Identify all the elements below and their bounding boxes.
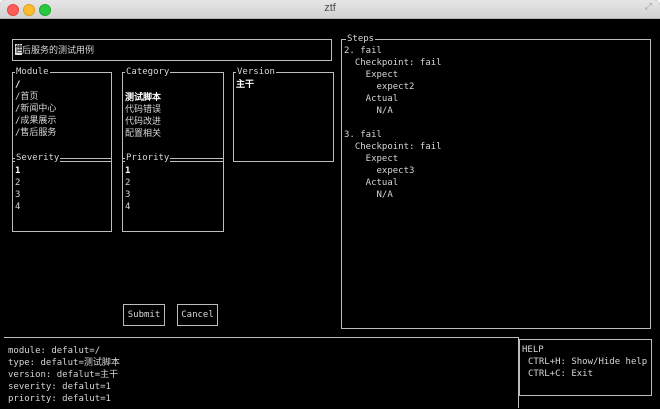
category-option[interactable]: 代码改进 [125,116,161,128]
status-line: priority: defalut=1 [8,394,111,404]
step-line: Expect [344,70,399,80]
category-option[interactable]: 测试脚本 [125,92,161,104]
fullscreen-toggle-icon[interactable]: ⤢ [645,2,652,12]
severity-items: 1234 [15,165,20,213]
severity-label: Severity [15,152,61,164]
step-line: Checkpoint: fail [344,58,442,68]
module-option[interactable]: /新闻中心 [15,103,56,115]
title-input-text: 售后服务的测试用例 [15,44,94,57]
help-line: CTRL+C: Exit [528,369,594,379]
module-list[interactable]: Module //首页/新闻中心/成果展示/售后服务 [12,66,112,162]
help-content: CTRL+H: Show/Hide help CTRL+C: Exit [528,356,647,380]
version-option[interactable]: 主干 [236,79,254,91]
status-line: module: defalut=/ [8,346,101,356]
help-panel: HELP CTRL+H: Show/Hide help CTRL+C: Exit [519,339,652,396]
priority-list[interactable]: Priority 1234 [122,152,224,232]
severity-list[interactable]: Severity 1234 [12,152,112,232]
window-title: ztf [324,2,336,14]
status-content: module: defalut=/ type: defalut=测试脚本 versi… [8,345,120,405]
severity-option[interactable]: 4 [15,201,20,213]
status-line: version: defalut=主干 [8,370,119,380]
step-line: 2. fail [344,46,382,56]
severity-option[interactable]: 2 [15,177,20,189]
category-list[interactable]: Category 测试脚本 代码错误 代码改进 配置相关 [122,66,224,162]
steps-panel[interactable]: Steps 2. fail Checkpoint: fail Expect ex… [341,33,651,329]
module-option[interactable]: / [15,79,56,91]
version-label: Version [236,66,276,78]
module-items: //首页/新闻中心/成果展示/售后服务 [15,79,56,139]
status-line: severity: defalut=1 [8,382,111,392]
priority-option[interactable]: 4 [125,201,130,213]
category-label: Category [125,66,171,78]
title-input-value: 后服务的测试用例 [22,46,95,56]
module-option[interactable]: /成果展示 [15,115,56,127]
cancel-button[interactable]: Cancel [177,304,218,326]
cursor-char: 售 [15,45,25,55]
submit-button[interactable]: Submit [123,304,165,326]
step-line: Expect [344,154,399,164]
step-line: expect2 [344,82,415,92]
step-line [344,117,442,129]
status-panel: module: defalut=/ type: defalut=测试脚本 versi… [4,337,519,408]
window-titlebar: ztf ⤢ [0,0,660,19]
step-line: N/A [344,190,393,200]
title-input[interactable]: 售后服务的测试用例 [12,39,332,61]
steps-label: Steps [346,33,376,45]
priority-label: Priority [125,152,171,164]
version-list[interactable]: Version 主干 [233,66,334,162]
severity-option[interactable]: 3 [15,189,20,201]
priority-option[interactable]: 2 [125,177,130,189]
priority-items: 1234 [125,165,130,213]
step-line: Checkpoint: fail [344,142,442,152]
version-items: 主干 [236,79,254,91]
status-line: type: defalut=测试脚本 [8,358,120,368]
module-option[interactable]: /售后服务 [15,127,56,139]
terminal-content: 售后服务的测试用例 Module //首页/新闻中心/成果展示/售后服务 Cat… [0,19,660,409]
help-title: HELP [522,345,544,355]
module-label: Module [15,66,50,78]
step-line: 3. fail [344,130,382,140]
help-line: CTRL+H: Show/Hide help [528,357,648,367]
category-option[interactable]: 代码错误 [125,104,161,116]
terminal-window: ztf ⤢ 售后服务的测试用例 Module //首页/新闻中心/成果展示/售后… [0,0,660,409]
category-items: 测试脚本 代码错误 代码改进 配置相关 [125,92,161,140]
priority-option[interactable]: 1 [125,165,130,177]
step-line: Actual [344,178,399,188]
step-line: N/A [344,106,393,116]
steps-content: 2. fail Checkpoint: fail Expect expect2 … [344,45,442,201]
step-line: Actual [344,94,399,104]
step-line: expect3 [344,166,415,176]
module-option[interactable]: /首页 [15,91,56,103]
severity-option[interactable]: 1 [15,165,20,177]
category-option[interactable]: 配置相关 [125,128,161,140]
priority-option[interactable]: 3 [125,189,130,201]
